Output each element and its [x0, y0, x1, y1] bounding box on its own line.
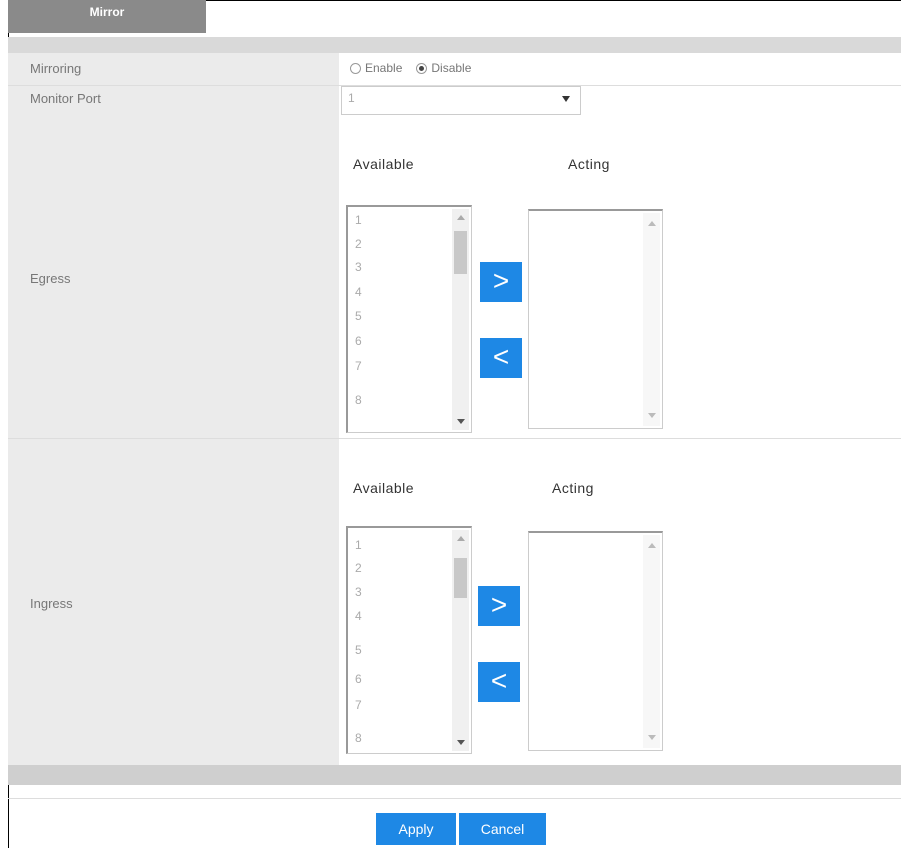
- label-column: [8, 53, 339, 765]
- disable-radio-label: Disable: [431, 61, 472, 75]
- footer-bar: [8, 765, 901, 785]
- list-item[interactable]: 2: [355, 561, 362, 575]
- ingress-acting-list[interactable]: [528, 531, 663, 751]
- list-item[interactable]: 5: [355, 643, 362, 657]
- list-item[interactable]: 7: [355, 698, 362, 712]
- ingress-available-list[interactable]: 1 2 3 4 5 6 7 8: [346, 526, 472, 754]
- scrollbar-thumb[interactable]: [454, 558, 467, 598]
- monitor-port-value: 1: [348, 91, 355, 105]
- list-item[interactable]: 1: [355, 213, 362, 227]
- list-item[interactable]: 3: [355, 260, 362, 274]
- egress-available-list[interactable]: 1 2 3 4 5 6 7 8: [346, 205, 472, 433]
- list-item[interactable]: 6: [355, 334, 362, 348]
- egress-remove-button[interactable]: <: [480, 338, 522, 378]
- list-item[interactable]: 4: [355, 609, 362, 623]
- list-item[interactable]: 8: [355, 393, 362, 407]
- egress-add-button[interactable]: >: [480, 262, 522, 302]
- list-item[interactable]: 6: [355, 672, 362, 686]
- mirroring-radio-group: Enable Disable: [350, 61, 471, 75]
- enable-radio-label: Enable: [365, 61, 403, 75]
- egress-available-header: Available: [353, 156, 415, 172]
- mirroring-label: Mirroring: [30, 61, 82, 76]
- egress-acting-list[interactable]: [528, 209, 663, 429]
- list-item[interactable]: 1: [355, 538, 362, 552]
- scrollbar[interactable]: [643, 535, 660, 748]
- ingress-add-button[interactable]: >: [478, 586, 520, 626]
- header-bar: [8, 37, 901, 53]
- disable-radio[interactable]: [416, 62, 428, 74]
- list-item[interactable]: 8: [355, 731, 362, 745]
- apply-button[interactable]: Apply: [376, 813, 456, 845]
- egress-acting-header: Acting: [568, 156, 610, 172]
- scroll-down-icon[interactable]: [457, 419, 465, 424]
- monitor-port-select[interactable]: 1: [341, 86, 581, 115]
- enable-radio[interactable]: [350, 62, 361, 74]
- ingress-acting-header: Acting: [552, 480, 594, 496]
- list-item[interactable]: 3: [355, 585, 362, 599]
- scroll-up-icon[interactable]: [457, 536, 465, 541]
- monitor-port-label: Monitor Port: [30, 91, 101, 106]
- cancel-button[interactable]: Cancel: [459, 813, 546, 845]
- list-item[interactable]: 7: [355, 359, 362, 373]
- scrollbar[interactable]: [452, 209, 469, 430]
- scrollbar-thumb[interactable]: [454, 231, 467, 274]
- egress-label: Egress: [30, 271, 71, 286]
- ingress-remove-button[interactable]: <: [478, 662, 520, 702]
- scrollbar[interactable]: [452, 530, 469, 751]
- scroll-up-icon[interactable]: [457, 215, 465, 220]
- list-item[interactable]: 5: [355, 309, 362, 323]
- ingress-available-header: Available: [353, 480, 415, 496]
- scrollbar[interactable]: [643, 213, 660, 426]
- tab-mirror[interactable]: Mirror: [8, 0, 206, 33]
- ingress-label: Ingress: [30, 596, 73, 611]
- row-divider: [8, 798, 901, 799]
- list-item[interactable]: 2: [355, 237, 362, 251]
- row-divider: [8, 438, 901, 439]
- list-item[interactable]: 4: [355, 285, 362, 299]
- scroll-down-icon[interactable]: [457, 740, 465, 745]
- chevron-down-icon: [562, 96, 570, 102]
